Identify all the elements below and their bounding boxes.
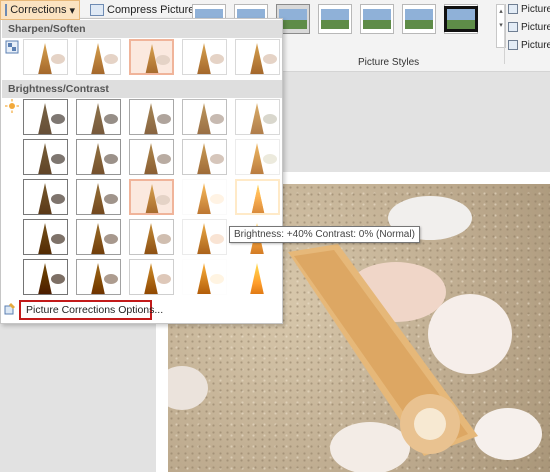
correction-thumbnail[interactable] xyxy=(23,179,68,215)
correction-thumbnail[interactable] xyxy=(129,99,174,135)
correction-thumbnail[interactable] xyxy=(129,39,174,75)
correction-thumbnail[interactable] xyxy=(129,139,174,175)
picture-styles-group-label: Picture Styles xyxy=(358,57,420,68)
picture-style-thumb[interactable] xyxy=(360,4,394,34)
brightness-row xyxy=(23,139,280,175)
correction-thumbnail[interactable] xyxy=(182,219,227,255)
picture-style-thumb[interactable] xyxy=(402,4,436,34)
picture-effects-icon xyxy=(508,22,518,32)
correction-thumbnail[interactable] xyxy=(182,139,227,175)
correction-thumbnail[interactable] xyxy=(76,39,121,75)
picture-style-thumb[interactable] xyxy=(318,4,352,34)
correction-thumbnail[interactable] xyxy=(182,39,227,75)
brightness-row xyxy=(23,179,280,215)
sharpen-soften-row xyxy=(23,39,280,75)
correction-thumbnail[interactable] xyxy=(23,219,68,255)
correction-thumbnail[interactable] xyxy=(129,219,174,255)
correction-thumbnail[interactable] xyxy=(235,259,280,295)
picture-border-button[interactable]: Picture xyxy=(508,0,550,18)
correction-thumbnail[interactable] xyxy=(76,179,121,215)
picture-effects-button[interactable]: Picture xyxy=(508,18,550,36)
correction-thumbnail[interactable] xyxy=(235,39,280,75)
corrections-button[interactable]: Corrections ▾ xyxy=(0,0,80,20)
corrections-dropdown: Sharpen/Soften Brightness/Contrast Pictu… xyxy=(0,18,283,324)
picture-layout-label: Picture xyxy=(521,39,550,51)
correction-thumbnail[interactable] xyxy=(76,139,121,175)
corrections-icon xyxy=(5,4,8,16)
correction-thumbnail[interactable] xyxy=(182,99,227,135)
sharpen-icon xyxy=(5,40,19,54)
picture-border-icon xyxy=(508,4,518,14)
picture-style-thumb[interactable] xyxy=(444,4,478,34)
picture-format-options: Picture Picture Picture xyxy=(508,0,550,54)
correction-thumbnail[interactable] xyxy=(76,259,121,295)
correction-thumbnail[interactable] xyxy=(235,99,280,135)
picture-effects-label: Picture xyxy=(521,21,550,33)
picture-options-icon xyxy=(4,303,15,315)
compress-pictures-label: Compress Pictures xyxy=(107,4,200,16)
brightness-contrast-header: Brightness/Contrast xyxy=(2,80,282,98)
correction-thumbnail[interactable] xyxy=(23,99,68,135)
correction-thumbnail[interactable] xyxy=(129,179,174,215)
correction-thumbnail[interactable] xyxy=(76,99,121,135)
group-separator xyxy=(504,4,505,64)
correction-thumbnail[interactable] xyxy=(182,179,227,215)
correction-thumbnail[interactable] xyxy=(23,139,68,175)
correction-thumbnail-hovered[interactable] xyxy=(235,179,280,215)
compress-pictures-button[interactable]: Compress Pictures xyxy=(86,0,204,20)
correction-thumbnail[interactable] xyxy=(23,39,68,75)
correction-thumbnail[interactable] xyxy=(76,219,121,255)
picture-border-label: Picture xyxy=(521,3,550,15)
sun-icon xyxy=(5,99,19,113)
corrections-label: Corrections xyxy=(10,4,67,16)
picture-layout-button[interactable]: Picture xyxy=(508,36,550,54)
correction-thumbnail[interactable] xyxy=(23,259,68,295)
brightness-row xyxy=(23,99,280,135)
picture-corrections-options-link[interactable]: Picture Corrections Options... xyxy=(19,300,163,320)
brightness-row xyxy=(23,259,280,295)
correction-thumbnail[interactable] xyxy=(129,259,174,295)
correction-tooltip: Brightness: +40% Contrast: 0% (Normal) xyxy=(229,226,420,243)
picture-layout-icon xyxy=(508,40,518,50)
chevron-down-icon: ▾ xyxy=(69,4,75,17)
correction-thumbnail[interactable] xyxy=(182,259,227,295)
sharpen-soften-header: Sharpen/Soften xyxy=(2,20,282,38)
compress-icon xyxy=(90,4,104,16)
correction-thumbnail[interactable] xyxy=(235,139,280,175)
